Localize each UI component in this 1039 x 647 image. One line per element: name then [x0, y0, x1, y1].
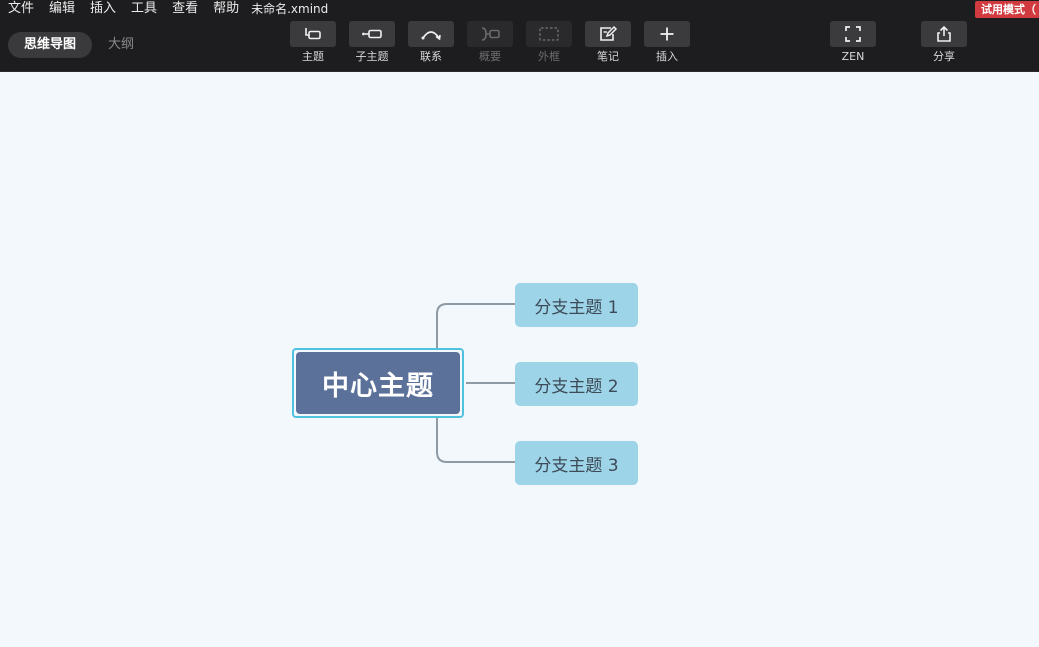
zen-button-face[interactable] [830, 21, 876, 47]
boundary-icon [539, 27, 559, 41]
central-topic-selection[interactable]: 中心主题 [292, 348, 464, 418]
boundary-button[interactable]: 外框 [525, 21, 573, 63]
mindmap-canvas[interactable]: 中心主题 分支主题 1 分支主题 2 分支主题 3 [0, 72, 1039, 647]
view-switch: 思维导图 大纲 [8, 32, 150, 58]
connector-branch-3 [436, 418, 515, 463]
note-button-face[interactable] [585, 21, 631, 47]
menu-tools[interactable]: 工具 [123, 0, 164, 18]
tab-mindmap[interactable]: 思维导图 [8, 32, 93, 58]
connector-branch-1 [436, 303, 515, 348]
menu-file[interactable]: 文件 [0, 0, 41, 18]
branch-topic-2[interactable]: 分支主题 2 [515, 362, 638, 406]
fullscreen-icon [845, 26, 861, 42]
subtopic-label: 子主题 [355, 50, 389, 63]
topic-button-face[interactable] [290, 21, 336, 47]
share-icon [937, 25, 951, 42]
subtopic-button[interactable]: 子主题 [348, 21, 396, 63]
relationship-icon [421, 31, 441, 41]
menu-edit[interactable]: 编辑 [41, 0, 82, 18]
topic-button[interactable]: 主题 [289, 21, 337, 63]
branch-topic-3[interactable]: 分支主题 3 [515, 441, 638, 485]
menu-insert[interactable]: 插入 [82, 0, 123, 18]
menu-bar: 文件 编辑 插入 工具 查看 帮助 未命名.xmind [0, 0, 328, 18]
zen-button[interactable]: ZEN [829, 21, 877, 63]
central-topic[interactable]: 中心主题 [296, 352, 460, 414]
note-button[interactable]: 笔记 [584, 21, 632, 63]
relationship-button-face[interactable] [408, 21, 454, 47]
summary-label: 概要 [479, 50, 501, 63]
topic-icon [305, 28, 321, 40]
insert-button[interactable]: 插入 [643, 21, 691, 63]
plus-icon [660, 27, 674, 41]
top-toolbar: 文件 编辑 插入 工具 查看 帮助 未命名.xmind 试用模式（ 思维导图 大… [0, 0, 1039, 72]
share-label: 分享 [933, 50, 955, 63]
subtopic-icon [362, 29, 382, 39]
branch-connectors [436, 303, 515, 463]
zen-label: ZEN [841, 50, 865, 63]
boundary-button-face[interactable] [526, 21, 572, 47]
insert-button-face[interactable] [644, 21, 690, 47]
boundary-label: 外框 [538, 50, 560, 63]
summary-button[interactable]: 概要 [466, 21, 514, 63]
menu-view[interactable]: 查看 [164, 0, 205, 18]
insert-label: 插入 [656, 50, 678, 63]
share-button[interactable]: 分享 [920, 21, 968, 63]
branch-topic-1[interactable]: 分支主题 1 [515, 283, 638, 327]
share-button-face[interactable] [921, 21, 967, 47]
trial-mode-badge[interactable]: 试用模式（ [975, 1, 1039, 18]
menu-help[interactable]: 帮助 [205, 0, 246, 18]
note-icon [600, 25, 618, 41]
topic-label: 主题 [302, 50, 324, 63]
summary-icon [481, 27, 500, 41]
relationship-button[interactable]: 联系 [407, 21, 455, 63]
note-label: 笔记 [597, 50, 619, 63]
document-title: 未命名.xmind [251, 2, 329, 16]
tab-outline[interactable]: 大纲 [92, 32, 150, 58]
relationship-label: 联系 [420, 50, 442, 63]
subtopic-button-face[interactable] [349, 21, 395, 47]
summary-button-face[interactable] [467, 21, 513, 47]
